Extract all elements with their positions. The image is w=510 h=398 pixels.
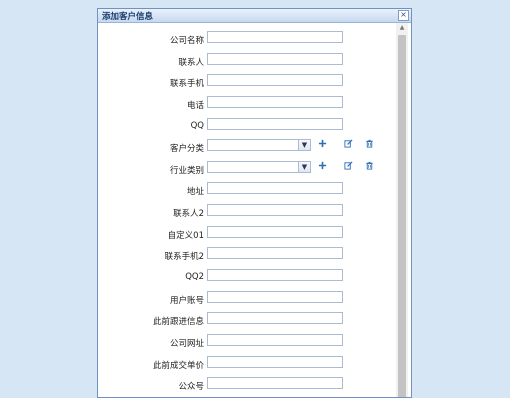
close-icon[interactable]: × <box>398 10 409 21</box>
form-row: 此前成交单价 <box>98 354 394 376</box>
form-row: 联系手机2 <box>98 245 394 267</box>
field-label: QQ <box>190 120 204 131</box>
field-input[interactable] <box>207 204 343 217</box>
delete-icon[interactable] <box>364 138 375 150</box>
form-row: 电话 <box>98 94 394 116</box>
field-input[interactable] <box>207 247 343 260</box>
field-label: 自定义01 <box>167 230 204 241</box>
form-row: 联系手机 <box>98 72 394 94</box>
dialog-titlebar: 添加客户信息 × <box>98 9 411 23</box>
form-row: 公司名称 <box>98 29 394 51</box>
field-label: 联系手机 <box>169 79 204 90</box>
form-row: 联系人2 <box>98 202 394 224</box>
field-label: 联系人2 <box>173 209 204 220</box>
form-row: QQ <box>98 116 394 138</box>
field-input[interactable] <box>207 117 343 130</box>
customer-form: 公司名称联系人联系手机电话 QQ 客户分类 ▼ 行业类别 ▼ 地址联系人2 自定义01 联系手机… <box>98 29 394 397</box>
form-row: 客户分类 ▼ <box>98 137 394 159</box>
field-label: 此前成交单价 <box>152 360 204 371</box>
field-select[interactable]: ▼ <box>207 160 311 173</box>
field-label: 公司网址 <box>169 338 204 349</box>
form-row: 联系人 <box>98 51 394 73</box>
field-input[interactable] <box>207 290 343 303</box>
edit-icon[interactable] <box>343 138 354 150</box>
field-label: 此前跟进信息 <box>152 317 204 328</box>
add-customer-dialog: 添加客户信息 × 公司名称联系人联系手机电话 QQ 客户分类 ▼ 行业类别 ▼ 地址联系人2… <box>97 8 412 398</box>
field-input[interactable] <box>207 74 343 87</box>
field-input[interactable] <box>207 182 343 195</box>
field-label: QQ2 <box>185 272 204 283</box>
edit-icon[interactable] <box>343 160 354 172</box>
form-row: 公众号 <box>98 375 394 397</box>
field-input[interactable] <box>207 225 343 238</box>
form-row: 行业类别 ▼ <box>98 159 394 181</box>
dialog-title: 添加客户信息 <box>102 12 154 22</box>
form-row: 用户账号 <box>98 289 394 311</box>
field-label: 联系手机2 <box>164 252 204 263</box>
field-label: 用户账号 <box>169 295 204 306</box>
chevron-down-icon[interactable]: ▼ <box>298 161 310 172</box>
field-label: 地址 <box>186 187 204 198</box>
field-label: 行业类别 <box>169 165 204 176</box>
delete-icon[interactable] <box>364 160 375 172</box>
field-label: 客户分类 <box>169 144 204 155</box>
field-label: 联系人 <box>178 57 204 68</box>
scroll-thumb[interactable] <box>398 35 406 397</box>
form-row: 公司网址 <box>98 332 394 354</box>
vertical-scrollbar[interactable]: ▲ <box>396 23 408 397</box>
field-select[interactable]: ▼ <box>207 139 311 152</box>
field-label: 电话 <box>186 100 204 111</box>
field-input[interactable] <box>207 269 343 282</box>
field-input[interactable] <box>207 333 343 346</box>
form-row: 自定义01 <box>98 224 394 246</box>
plus-icon[interactable] <box>317 138 328 150</box>
form-row: 此前跟进信息 <box>98 310 394 332</box>
dialog-content: 公司名称联系人联系手机电话 QQ 客户分类 ▼ 行业类别 ▼ 地址联系人2 自定义01 联系手机… <box>98 23 411 397</box>
chevron-down-icon[interactable]: ▼ <box>298 140 310 151</box>
field-input[interactable] <box>207 355 343 368</box>
field-input[interactable] <box>207 377 343 390</box>
field-label: 公司名称 <box>169 36 204 46</box>
field-input[interactable] <box>207 31 343 43</box>
plus-icon[interactable] <box>317 160 328 172</box>
scroll-up-arrow-icon[interactable]: ▲ <box>396 23 408 33</box>
form-row: 地址 <box>98 180 394 202</box>
field-input[interactable] <box>207 312 343 325</box>
field-input[interactable] <box>207 52 343 65</box>
field-label: 公众号 <box>178 382 204 393</box>
form-row: QQ2 <box>98 267 394 289</box>
field-input[interactable] <box>207 95 343 108</box>
